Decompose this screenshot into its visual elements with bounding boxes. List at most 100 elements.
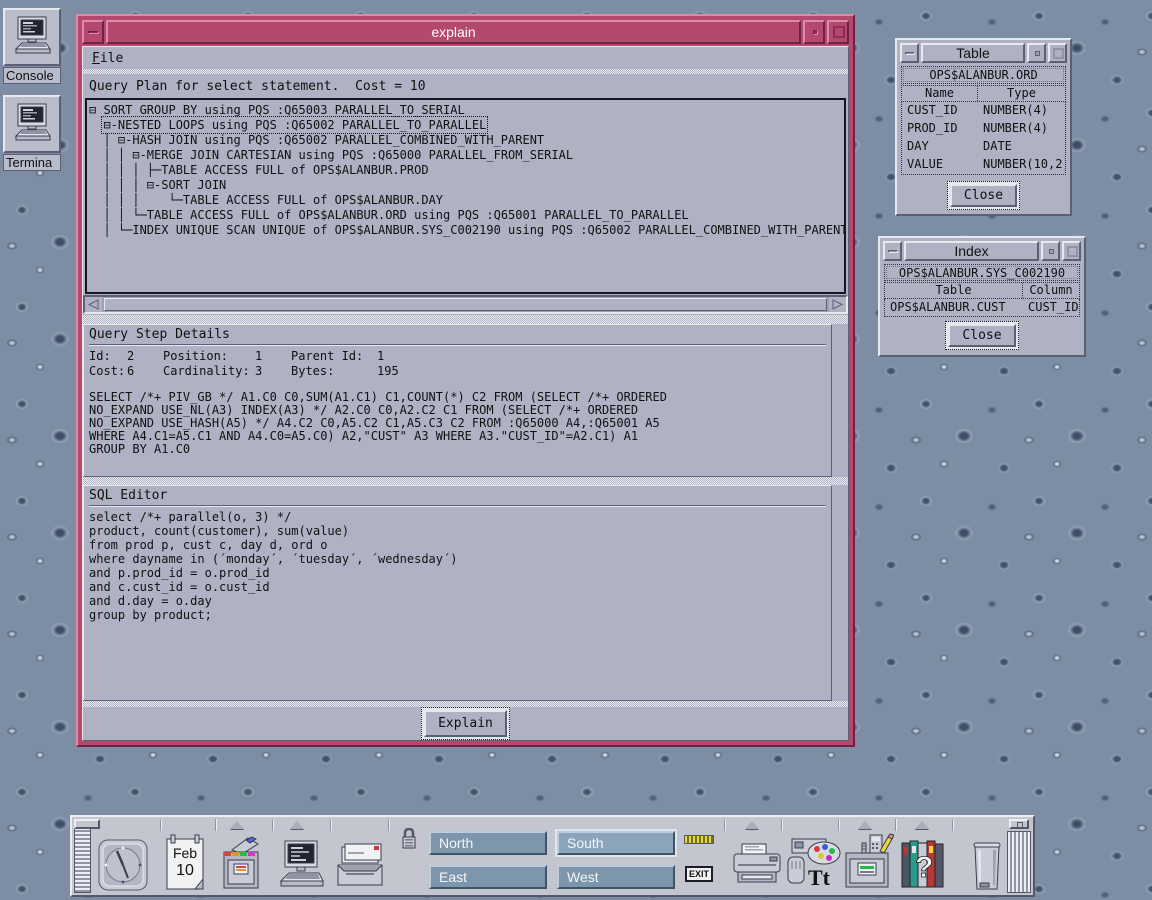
table-rows: CUST_IDNUMBER(4) PROD_IDNUMBER(4) DAYDAT… (901, 102, 1066, 175)
menu-file[interactable]: File (92, 51, 123, 66)
clock-icon[interactable] (97, 838, 149, 896)
window-title[interactable]: Table (921, 43, 1025, 63)
window-menu-button[interactable] (82, 20, 104, 44)
applications-subpanel-arrow[interactable] (853, 820, 877, 830)
style-manager-icon[interactable]: Tt (784, 835, 844, 899)
workspace-button[interactable]: West (557, 865, 675, 889)
help-subpanel-arrow[interactable] (910, 820, 934, 830)
sql-editor-line[interactable]: and c.cust_id = o.cust_id (89, 580, 826, 594)
tree-connector: │ │ (89, 148, 132, 162)
tree-node-label[interactable]: ⊟-NESTED LOOPS using PQS :Q65002 PARALLE… (103, 118, 486, 132)
table-row[interactable]: VALUENUMBER(10,2) (902, 156, 1065, 174)
window-title[interactable]: Index (904, 241, 1039, 261)
hosts-subpanel-arrow[interactable] (285, 820, 309, 830)
scroll-right-button[interactable] (829, 297, 846, 312)
workspace-button[interactable]: East (429, 865, 547, 889)
files-subpanel-arrow[interactable] (225, 820, 249, 830)
tree-node-label[interactable]: └─INDEX UNIQUE SCAN UNIQUE of OPS$ALANBU… (118, 223, 846, 237)
tree-node-label[interactable]: └─TABLE ACCESS FULL of OPS$ALANBUR.DAY (168, 193, 443, 207)
help-icon[interactable]: ? (898, 837, 950, 895)
tree-connector: │ │ │ (89, 163, 147, 177)
table-object-name: OPS$ALANBUR.ORD (901, 66, 1066, 84)
query-plan-tree[interactable]: ⊟ SORT GROUP BY using PQS :Q65003 PARALL… (85, 98, 846, 294)
desktop-icon-label[interactable]: Console (3, 67, 61, 84)
panel-right-handle[interactable] (1007, 831, 1031, 893)
tree-node-label[interactable]: ├─TABLE ACCESS FULL of OPS$ALANBUR.PROD (147, 163, 429, 177)
window-menu-button[interactable] (883, 241, 902, 261)
tree-node-label[interactable]: ⊟-MERGE JOIN CARTESIAN using PQS :Q65000… (132, 148, 573, 162)
scroll-left-button[interactable] (85, 297, 102, 312)
sql-editor-line[interactable]: and d.day = o.day (89, 594, 826, 608)
maximize-button[interactable] (827, 20, 849, 44)
pane-sash[interactable] (83, 315, 848, 324)
close-button[interactable]: Close (950, 184, 1017, 207)
panel-minimize-button[interactable] (74, 819, 100, 829)
index-rows: OPS$ALANBUR.CUSTCUST_ID (884, 299, 1080, 317)
rewritten-sql: SELECT /*+ PIV_GB */ A1.C0 C0,SUM(A1.C1)… (89, 391, 826, 456)
tree-row[interactable]: │ │ └─TABLE ACCESS FULL of OPS$ALANBUR.O… (89, 208, 842, 223)
panel-divider (952, 819, 954, 831)
trash-icon[interactable] (966, 835, 1006, 899)
front-panel: Feb 10 (70, 815, 1035, 897)
sql-editor-line[interactable]: where dayname in (´monday´, ´tuesday´, ´… (89, 552, 826, 566)
terminal-icon[interactable] (3, 8, 61, 66)
tree-node-label[interactable]: ⊟-SORT JOIN (147, 178, 226, 192)
printers-subpanel-arrow[interactable] (740, 820, 764, 830)
file-manager-icon[interactable] (218, 836, 266, 896)
exit-button[interactable]: EXIT (685, 866, 713, 882)
window-title[interactable]: explain (106, 20, 801, 44)
close-button[interactable]: Close (948, 324, 1015, 347)
lock-icon[interactable] (400, 828, 418, 854)
host-terminal-icon[interactable] (276, 839, 326, 895)
horizontal-scrollbar[interactable] (83, 295, 848, 314)
host-terminal-icon-art (276, 839, 326, 891)
tree-row[interactable]: ⊟ SORT GROUP BY using PQS :Q65003 PARALL… (89, 103, 842, 118)
application-manager-icon[interactable] (842, 833, 894, 897)
sql-editor-line[interactable]: product, count(customer), sum(value) (89, 524, 826, 538)
calendar-icon[interactable]: Feb 10 (164, 833, 206, 893)
minimize-button[interactable] (803, 20, 825, 44)
workspace-button[interactable]: South (557, 831, 675, 855)
scrollbar-thumb[interactable] (104, 298, 827, 311)
sql-editor-line[interactable]: group by product; (89, 608, 826, 622)
tree-row[interactable]: │ ⊟-HASH JOIN using PQS :Q65002 PARALLEL… (89, 133, 842, 148)
pane-sash[interactable] (83, 477, 848, 485)
workspace-button[interactable]: North (429, 831, 547, 855)
terminal-icon[interactable] (3, 95, 61, 153)
table-row[interactable]: DAYDATE (902, 138, 1065, 156)
maximize-button[interactable] (1062, 241, 1081, 261)
sql-editor-text[interactable]: select /*+ parallel(o, 3) */product, cou… (89, 510, 826, 622)
tree-row[interactable]: ⊟-NESTED LOOPS using PQS :Q65002 PARALLE… (89, 118, 842, 133)
sql-editor-line[interactable]: from prod p, cust c, day d, ord o (89, 538, 826, 552)
window-menu-button[interactable] (900, 43, 919, 63)
table-row[interactable]: CUST_IDNUMBER(4) (902, 102, 1065, 120)
scroll-left-icon (88, 299, 99, 310)
tree-row[interactable]: │ │ ⊟-MERGE JOIN CARTESIAN using PQS :Q6… (89, 148, 842, 163)
maximize-button[interactable] (1048, 43, 1067, 63)
tree-node-label[interactable]: ⊟ SORT GROUP BY using PQS :Q65003 PARALL… (89, 103, 465, 117)
tree-row[interactable]: │ └─INDEX UNIQUE SCAN UNIQUE of OPS$ALAN… (89, 223, 842, 238)
index-row[interactable]: OPS$ALANBUR.CUSTCUST_ID (885, 299, 1079, 316)
desktop-icon[interactable]: Termina (3, 95, 65, 171)
tree-row[interactable]: │ │ │ └─TABLE ACCESS FULL of OPS$ALANBUR… (89, 193, 842, 208)
table-row[interactable]: PROD_IDNUMBER(4) (902, 120, 1065, 138)
column-header: Type (978, 86, 1065, 101)
mail-icon[interactable] (334, 843, 386, 893)
sql-editor-line[interactable]: select /*+ parallel(o, 3) */ (89, 510, 826, 524)
desktop-icon-label[interactable]: Termina (3, 154, 61, 171)
sql-editor-pane[interactable]: SQL Editor select /*+ parallel(o, 3) */p… (83, 485, 832, 701)
tree-row[interactable]: │ │ │ ├─TABLE ACCESS FULL of OPS$ALANBUR… (89, 163, 842, 178)
trash-icon-art (966, 835, 1006, 895)
minimize-button[interactable] (1041, 241, 1060, 261)
query-plan-header: Query Plan for select statement. Cost = … (83, 74, 848, 98)
sql-editor-line[interactable]: and p.prod_id = o.prod_id (89, 566, 826, 580)
panel-left-handle[interactable] (74, 819, 91, 893)
tree-node-label[interactable]: ⊟-HASH JOIN using PQS :Q65002 PARALLEL_C… (118, 133, 544, 147)
desktop-icon[interactable]: Console (3, 8, 65, 84)
minimize-button[interactable] (1027, 43, 1046, 63)
panel-menu-button[interactable] (1009, 819, 1029, 829)
explain-button[interactable]: Explain (424, 710, 507, 737)
printer-icon[interactable] (730, 842, 784, 894)
tree-row[interactable]: │ │ │ ⊟-SORT JOIN (89, 178, 842, 193)
tree-node-label[interactable]: └─TABLE ACCESS FULL of OPS$ALANBUR.ORD u… (132, 208, 688, 222)
